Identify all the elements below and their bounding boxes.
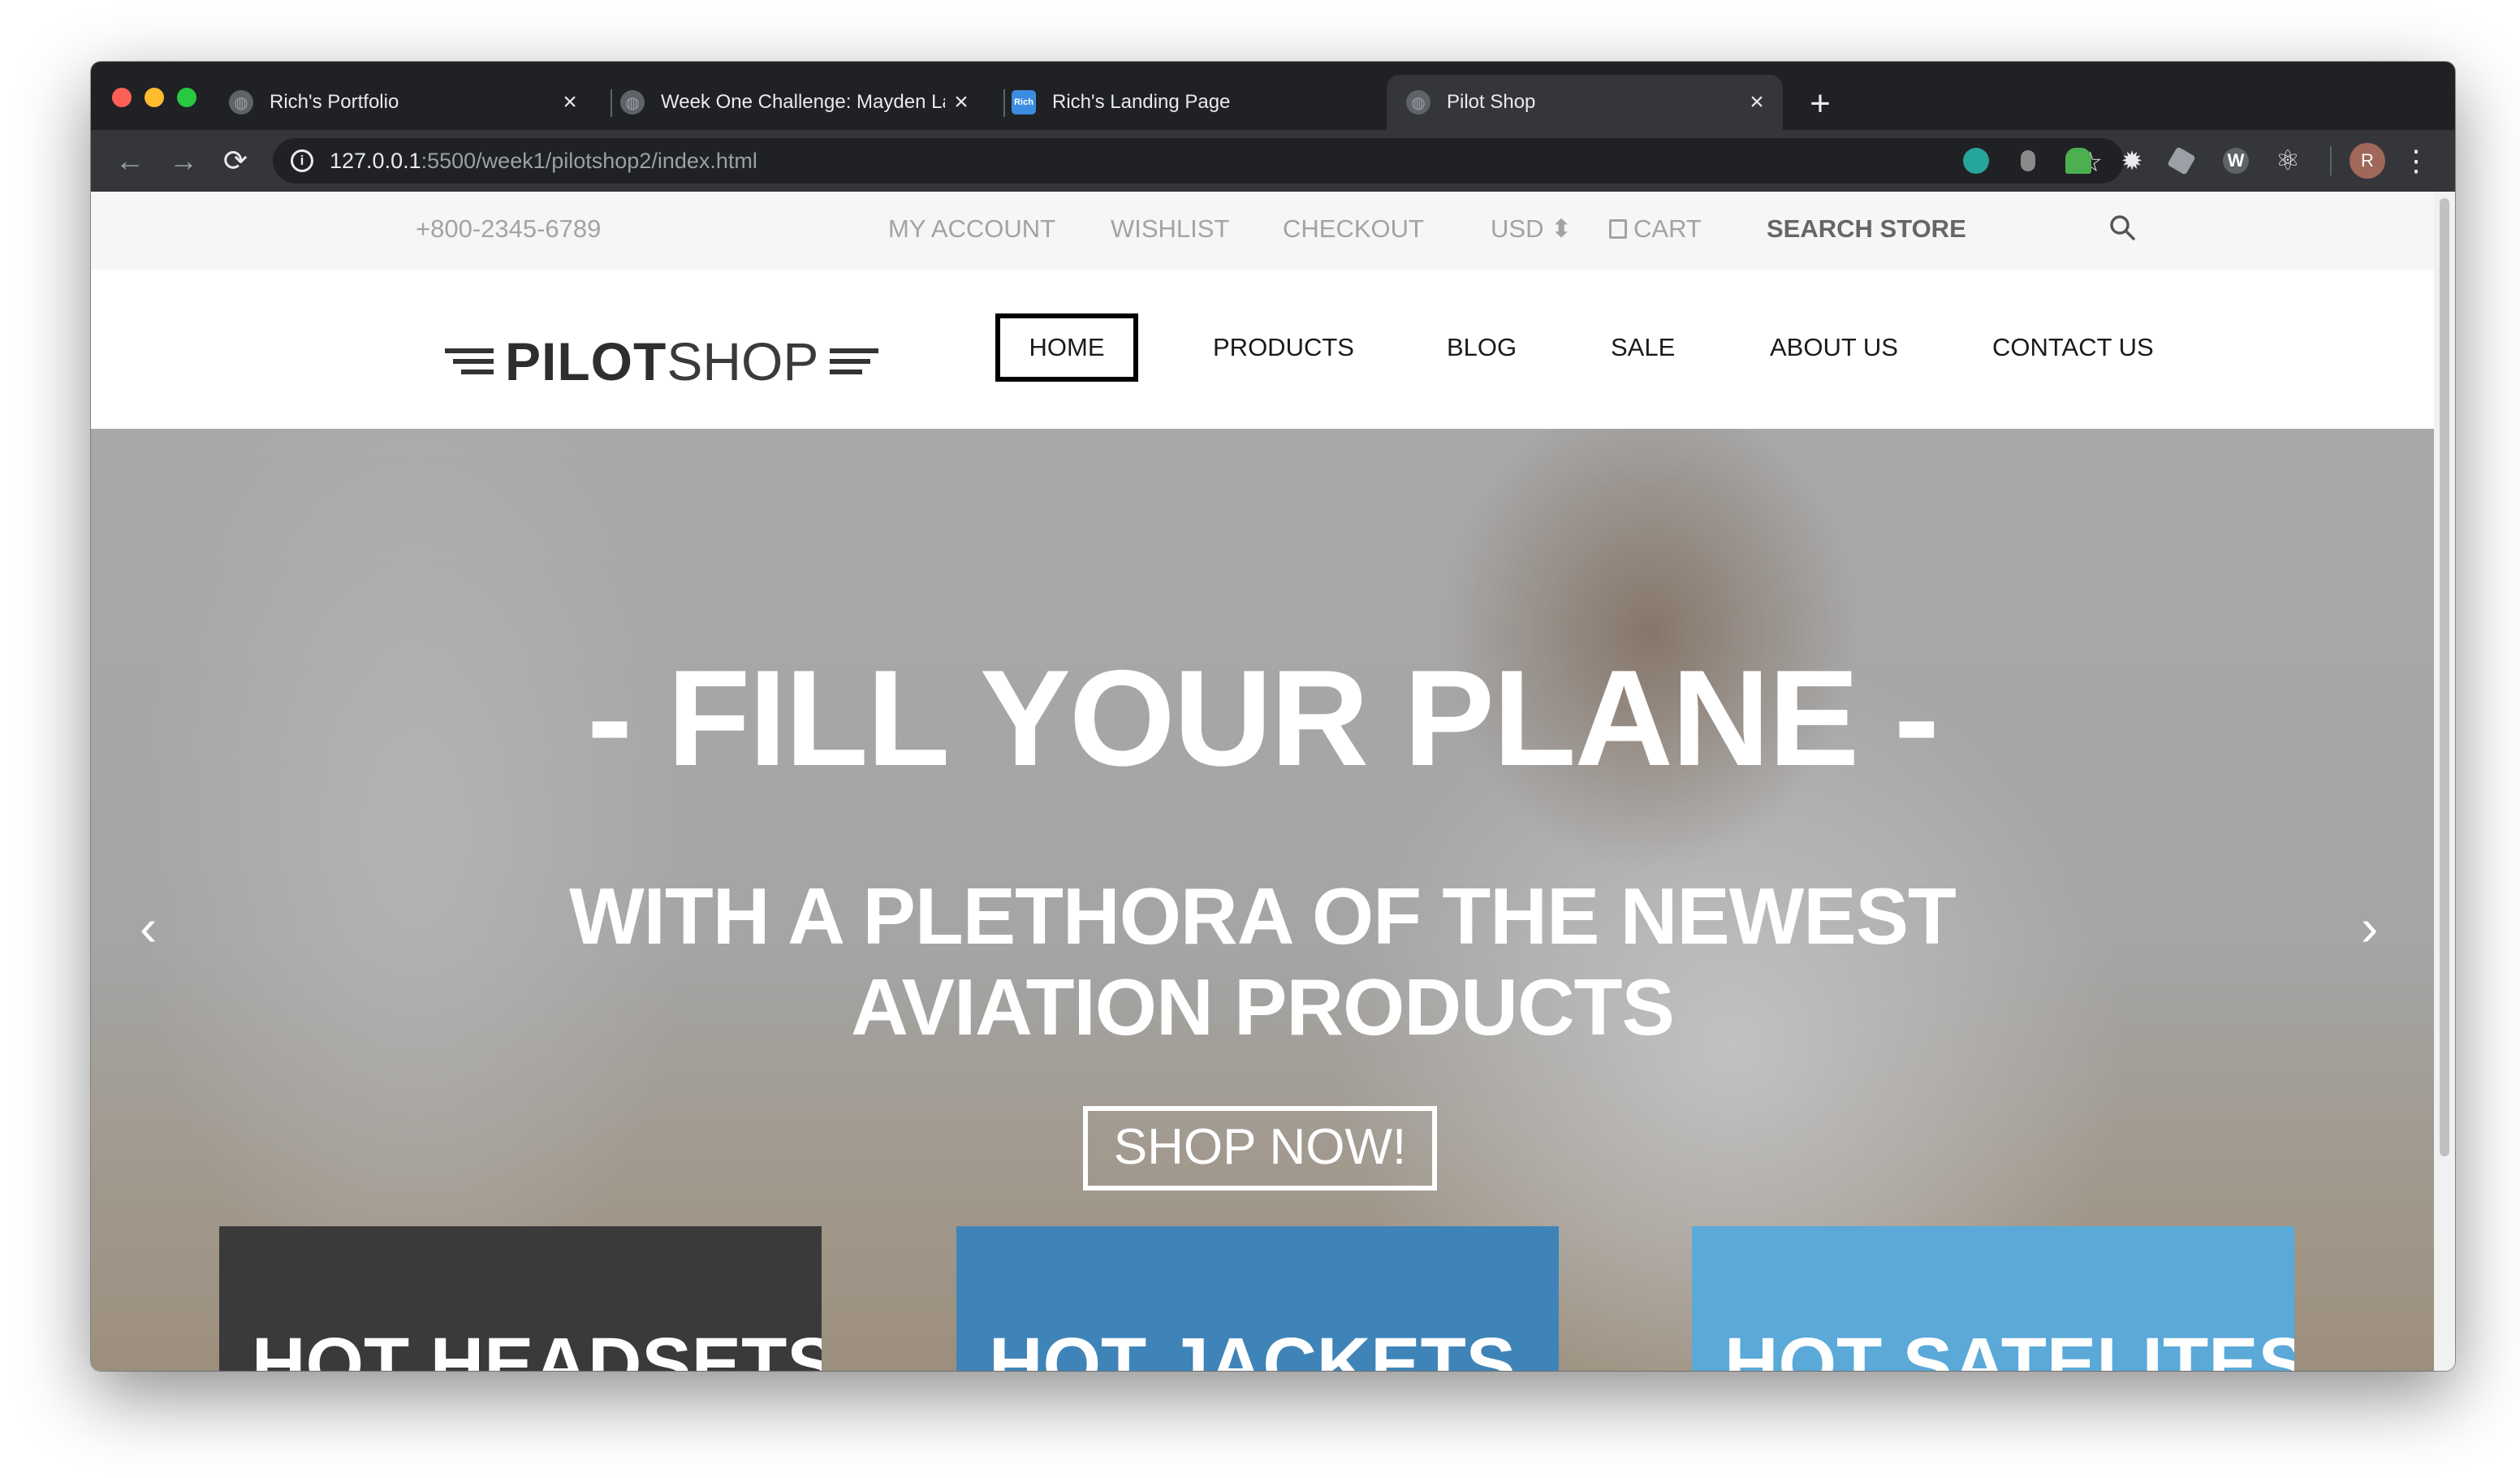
close-window-button[interactable]	[112, 88, 132, 107]
tab-title: Pilot Shop	[1447, 91, 1536, 113]
search-store-label[interactable]: SEARCH STORE	[1767, 214, 1966, 244]
shopping-bag-icon	[1609, 219, 1627, 239]
gear-extension-icon[interactable]: ✹	[2119, 148, 2145, 174]
w-extension-icon[interactable]: W	[2223, 148, 2249, 174]
left-wing-icon	[445, 348, 494, 374]
nav-contact-us[interactable]: CONTACT US	[1992, 333, 2154, 362]
url-host: 127.0.0.1	[330, 148, 421, 173]
hot-satelites-card[interactable]: HOT SATELITES	[1692, 1226, 2294, 1371]
search-icon[interactable]	[2108, 213, 2137, 248]
profile-avatar[interactable]: R	[2350, 143, 2385, 179]
minimize-window-button[interactable]	[145, 88, 164, 107]
close-icon[interactable]: ×	[1741, 89, 1773, 116]
currency-select[interactable]: USD ⬍	[1491, 214, 1572, 244]
shop-now-button[interactable]: SHOP NOW!	[1083, 1106, 1437, 1191]
tab-richs-portfolio[interactable]: ◍ Rich's Portfolio ×	[209, 75, 596, 130]
zoom-window-button[interactable]	[177, 88, 196, 107]
pilotshop-logo[interactable]: PILOT SHOP	[445, 331, 879, 391]
globe-icon: ◍	[1406, 90, 1430, 115]
back-button[interactable]: ←	[109, 140, 151, 182]
site-header: PILOT SHOP HOME PRODUCTS BLOG SALE ABOUT…	[91, 270, 2434, 429]
tab-week-one-challenge[interactable]: ◍ Week One Challenge: Mayden La ×	[601, 75, 987, 130]
browser-toolbar: ← → ⟳ i 127.0.0.1 :5500/week1/pilotshop2…	[91, 130, 2455, 192]
scrollbar-thumb[interactable]	[2440, 198, 2449, 1156]
checkout-link[interactable]: CHECKOUT	[1283, 214, 1424, 244]
close-icon[interactable]: ×	[554, 89, 586, 116]
hero-subheadline-line1: WITH A PLETHORA OF THE NEWEST	[569, 871, 1957, 961]
logo-text-bold: PILOT	[505, 331, 667, 391]
react-extension-icon[interactable]: ⚛	[2275, 147, 2301, 175]
page-scrollbar[interactable]	[2434, 192, 2455, 1371]
url-path: :5500/week1/pilotshop2/index.html	[421, 148, 757, 173]
gray-extension-icon[interactable]	[2021, 150, 2035, 171]
address-bar[interactable]: i 127.0.0.1 :5500/week1/pilotshop2/index…	[273, 138, 2124, 184]
cart-label: CART	[1633, 214, 1702, 243]
card-title: HOT JACKETS	[989, 1323, 1517, 1371]
tab-pilot-shop[interactable]: ◍ Pilot Shop ×	[1387, 75, 1783, 130]
carousel-next-icon[interactable]: ›	[2361, 901, 2378, 953]
hero-headline: - FILL YOUR PLANE -	[587, 642, 1940, 794]
wishlist-link[interactable]: WISHLIST	[1111, 214, 1229, 244]
rich-favicon-icon: Rich	[1012, 90, 1036, 115]
right-wing-icon	[830, 348, 879, 374]
globe-icon: ◍	[229, 90, 253, 115]
info-icon[interactable]: i	[291, 149, 313, 172]
my-account-link[interactable]: MY ACCOUNT	[888, 214, 1055, 244]
nav-products[interactable]: PRODUCTS	[1213, 333, 1354, 362]
toolbar-separator	[2330, 146, 2332, 175]
tab-title: Rich's Portfolio	[270, 91, 399, 113]
card-title: HOT HEADSETS	[252, 1323, 822, 1371]
browser-window: ◍ Rich's Portfolio × ◍ Week One Challeng…	[91, 62, 2455, 1371]
cart-link[interactable]: CART	[1609, 214, 1702, 244]
hot-headsets-card[interactable]: HOT HEADSETS	[219, 1226, 822, 1371]
teal-circle-extension-icon[interactable]	[1963, 148, 1989, 174]
reload-button[interactable]: ⟳	[214, 140, 257, 182]
nav-home[interactable]: HOME	[995, 313, 1138, 382]
browser-menu-icon[interactable]: ⋮	[2401, 141, 2431, 180]
phone-number: +800-2345-6789	[416, 214, 602, 243]
nav-blog[interactable]: BLOG	[1447, 333, 1517, 362]
logo-text-thin: SHOP	[667, 331, 819, 391]
tab-title: Week One Challenge: Mayden La	[661, 91, 945, 113]
utility-bar: +800-2345-6789 MY ACCOUNT WISHLIST CHECK…	[91, 192, 2434, 270]
hot-jackets-card[interactable]: HOT JACKETS	[956, 1226, 1559, 1371]
new-tab-button[interactable]: +	[1796, 80, 1845, 128]
cube-extension-icon[interactable]	[2167, 146, 2196, 175]
globe-icon: ◍	[620, 90, 645, 115]
carousel-prev-icon[interactable]: ‹	[140, 901, 157, 953]
card-title: HOT SATELITES	[1724, 1323, 2294, 1371]
tab-title: Rich's Landing Page	[1052, 91, 1231, 113]
tree-extension-icon[interactable]	[2065, 148, 2091, 174]
forward-button[interactable]: →	[162, 140, 205, 182]
nav-sale[interactable]: SALE	[1611, 333, 1675, 362]
hero-subheadline: WITH A PLETHORA OF THE NEWEST AVIATION P…	[91, 871, 2434, 1052]
close-icon[interactable]: ×	[945, 89, 977, 116]
web-page: +800-2345-6789 MY ACCOUNT WISHLIST CHECK…	[91, 192, 2434, 1371]
nav-about-us[interactable]: ABOUT US	[1770, 333, 1898, 362]
hero-subheadline-line2: AVIATION PRODUCTS	[851, 962, 1675, 1052]
tab-strip: ◍ Rich's Portfolio × ◍ Week One Challeng…	[91, 62, 2455, 130]
